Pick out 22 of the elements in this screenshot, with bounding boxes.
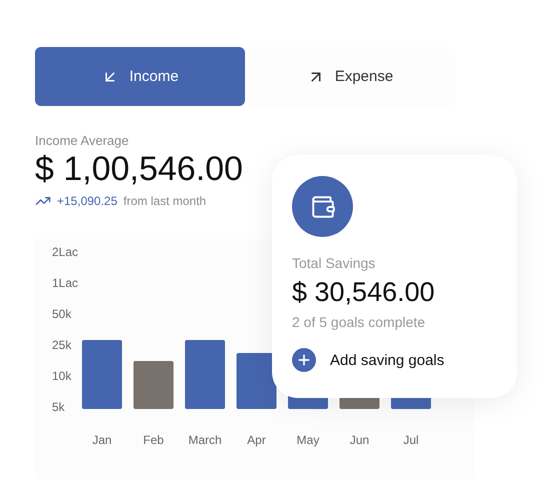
- tab[interactable]: Income: [35, 47, 245, 106]
- axis-category-label: Jul: [403, 433, 419, 447]
- savings-amount: $ 30,546.00: [292, 277, 436, 308]
- add-goals-button[interactable]: Add saving goals: [292, 348, 444, 372]
- savings-label: Total Savings: [292, 255, 376, 271]
- income-amount: $ 1,00,546.00: [35, 150, 244, 189]
- change-value: +15,090.25: [57, 194, 118, 208]
- axis-tick-label: 25k: [52, 338, 72, 352]
- axis-tick-label: 10k: [52, 369, 72, 383]
- summary-label: Income Average: [35, 133, 130, 148]
- axis-category-label: Jun: [350, 433, 370, 447]
- axis-category-label: Feb: [143, 433, 164, 447]
- axis-tick-label: 5k: [52, 400, 65, 414]
- axis-tick-label: 2Lac: [52, 245, 78, 259]
- axis-tick-label: 50k: [52, 307, 72, 321]
- axis-category-label: Jan: [92, 433, 112, 447]
- plus-icon: [292, 348, 316, 372]
- axis-category-label: May: [296, 433, 320, 447]
- axis-tick-label: 1Lac: [52, 276, 78, 290]
- axis-category-label: Apr: [247, 433, 266, 447]
- change-note: from last month: [123, 194, 206, 208]
- axis-category-label: March: [188, 433, 222, 447]
